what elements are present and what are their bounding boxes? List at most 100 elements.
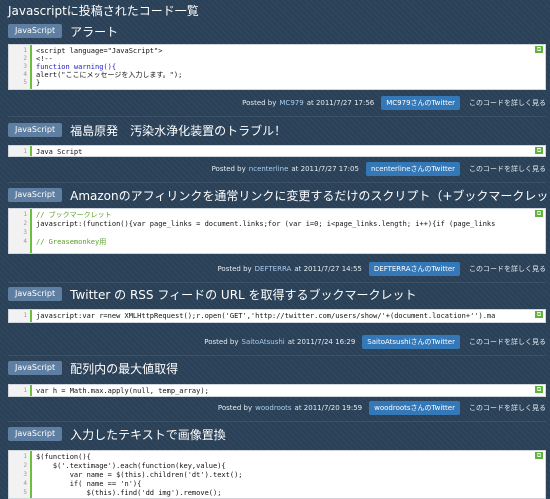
- code-text: <script language="JavaScript">: [36, 47, 163, 55]
- twitter-button[interactable]: woodrootsさんのTwitter: [369, 401, 460, 415]
- code-line: 1 <script language="JavaScript">: [9, 47, 545, 55]
- line-number: 1: [23, 453, 27, 460]
- post-date: at 2011/7/24 16:29: [287, 338, 356, 346]
- code-text: javascript:var r=new XMLHttpRequest();r.…: [36, 312, 496, 320]
- code-text: alert("ここにメッセージを入力します。");: [36, 71, 183, 79]
- code-text: <!--: [36, 55, 53, 63]
- language-tag[interactable]: JavaScript: [8, 427, 63, 441]
- line-number: 1: [23, 47, 27, 54]
- line-number: 4: [23, 480, 27, 487]
- code-text: if( name == 'n'){: [36, 480, 142, 488]
- divider: [8, 282, 546, 283]
- language-tag[interactable]: JavaScript: [8, 123, 63, 137]
- line-number: 3: [23, 471, 27, 478]
- entry-title[interactable]: 福島原発 汚染水浄化装置のトラブル！: [70, 122, 286, 139]
- detail-link[interactable]: このコードを詳しく見る: [469, 337, 546, 347]
- line-number: 3: [23, 63, 27, 70]
- code-text: Java Script: [36, 148, 83, 156]
- code-text: // ブックマークレット: [36, 211, 112, 219]
- code-line: 5 $(this).find('dd img').remove();: [9, 489, 545, 498]
- entry-title[interactable]: アラート: [70, 23, 118, 40]
- code-line: 4 if( name == 'n'){: [9, 480, 545, 489]
- posted-by-label: Posted by: [204, 338, 239, 346]
- code-block: ⧉ 1 javascript:var r=new XMLHttpRequest()…: [8, 309, 546, 323]
- line-number: 1: [23, 148, 27, 155]
- posted-by-label: Posted by: [242, 99, 277, 107]
- post-meta: Posted by MC979 at 2011/7/27 17:56 MC979…: [242, 96, 546, 110]
- code-block: ⧉ 1 var h = Math.max.apply(null, temp_arr…: [8, 384, 546, 397]
- code-text: $(this).find('dd img').remove();: [36, 489, 222, 497]
- user-link[interactable]: SaitoAtsushi: [242, 338, 285, 346]
- entry-header: JavaScript Amazonのアフィリンクを通常リンクに変更するだけのスク…: [8, 187, 550, 203]
- divider: [8, 355, 546, 356]
- post-date: at 2011/7/27 14:55: [294, 265, 362, 273]
- code-line: 1 javascript:var r=new XMLHttpRequest();r…: [9, 312, 545, 321]
- code-line: 2 $('.textimage').each(function(key,valu…: [9, 462, 545, 471]
- twitter-button[interactable]: ncenterlineさんのTwitter: [365, 162, 460, 176]
- code-block: ⧉ 1 Java Script: [8, 145, 546, 157]
- language-tag[interactable]: JavaScript: [8, 188, 63, 202]
- code-text: javascript:(function(){var page_links = …: [36, 220, 496, 228]
- line-number: 2: [23, 55, 27, 62]
- code-line: 3: [9, 229, 545, 238]
- code-text: }: [36, 79, 41, 87]
- code-line: 3 var name = $(this).children('dt').text…: [9, 471, 545, 480]
- divider: [8, 182, 546, 183]
- entry-title[interactable]: 入力したテキストで画像置換: [70, 426, 226, 443]
- entry-title[interactable]: 配列内の最大値取得: [70, 360, 178, 377]
- code-line: 1 Java Script: [9, 148, 545, 156]
- divider: [8, 421, 546, 422]
- code-text: $('.textimage').each(function(key,value)…: [36, 462, 226, 470]
- user-link[interactable]: DEFTERRA: [255, 265, 292, 273]
- code-line: 2 <!--: [9, 55, 545, 63]
- code-line: 1 // ブックマークレット: [9, 211, 545, 220]
- code-text: // Greasemonkey用: [36, 238, 107, 246]
- language-tag[interactable]: JavaScript: [8, 287, 63, 301]
- post-meta: Posted by DEFTERRA at 2011/7/27 14:55 DE…: [217, 262, 546, 276]
- post-meta: Posted by woodroots at 2011/7/20 19:59 w…: [218, 401, 546, 415]
- line-number: 1: [23, 312, 27, 319]
- code-block: ⧉ 1 $(function(){ 2 $('.textimage').each(…: [8, 450, 546, 499]
- twitter-button[interactable]: SaitoAtsushiさんのTwitter: [362, 335, 460, 349]
- posted-by-label: Posted by: [211, 165, 246, 173]
- line-number: 1: [23, 211, 27, 218]
- post-meta: Posted by SaitoAtsushi at 2011/7/24 16:2…: [204, 335, 546, 349]
- code-block: ⧉ 1 <script language="JavaScript"> 2 <!-- …: [8, 44, 546, 90]
- code-text: $(function(){: [36, 453, 91, 461]
- code-line: 1 var h = Math.max.apply(null, temp_array…: [9, 387, 545, 396]
- line-number: 5: [23, 79, 27, 86]
- line-number: 3: [23, 229, 27, 236]
- code-line: 4 alert("ここにメッセージを入力します。");: [9, 71, 545, 79]
- detail-link[interactable]: このコードを詳しく見る: [469, 98, 546, 108]
- user-link[interactable]: ncenterline: [249, 165, 289, 173]
- divider: [8, 116, 546, 117]
- user-link[interactable]: woodroots: [255, 404, 291, 412]
- post-date: at 2011/7/27 17:05: [291, 165, 359, 173]
- line-number: 4: [23, 238, 27, 245]
- posted-by-label: Posted by: [217, 404, 253, 412]
- code-line: 5}: [9, 79, 545, 87]
- page-title: Javascriptに投稿されたコード一覧: [8, 4, 199, 18]
- line-number: 4: [23, 71, 27, 78]
- post-date: at 2011/7/20 19:59: [294, 404, 363, 412]
- entry-title[interactable]: Amazonのアフィリンクを通常リンクに変更するだけのスクリプト（+ブックマーク…: [70, 187, 550, 204]
- line-number: 2: [23, 462, 27, 469]
- detail-link[interactable]: このコードを詳しく見る: [469, 164, 546, 174]
- code-text: var h = Math.max.apply(null, temp_array)…: [36, 387, 209, 395]
- language-tag[interactable]: JavaScript: [8, 24, 63, 38]
- user-link[interactable]: MC979: [279, 99, 303, 107]
- code-line: 4 // Greasemonkey用: [9, 238, 545, 247]
- line-number: 1: [23, 387, 27, 394]
- twitter-button[interactable]: MC979さんのTwitter: [381, 96, 460, 110]
- post-meta: Posted by ncenterline at 2011/7/27 17:05…: [212, 162, 546, 176]
- language-tag[interactable]: JavaScript: [8, 361, 63, 375]
- detail-link[interactable]: このコードを詳しく見る: [469, 403, 546, 413]
- post-date: at 2011/7/27 17:56: [306, 99, 375, 107]
- line-number: 2: [23, 220, 27, 227]
- entry-title[interactable]: Twitter の RSS フィードの URL を取得するブックマークレット: [70, 286, 416, 303]
- entry-header: JavaScript Twitter の RSS フィードの URL を取得する…: [8, 286, 417, 302]
- twitter-button[interactable]: DEFTERRAさんのTwitter: [368, 262, 460, 276]
- detail-link[interactable]: このコードを詳しく見る: [469, 264, 546, 274]
- entry-header: JavaScript 入力したテキストで画像置換: [8, 426, 226, 442]
- code-line: 2 javascript:(function(){var page_links =…: [9, 220, 545, 229]
